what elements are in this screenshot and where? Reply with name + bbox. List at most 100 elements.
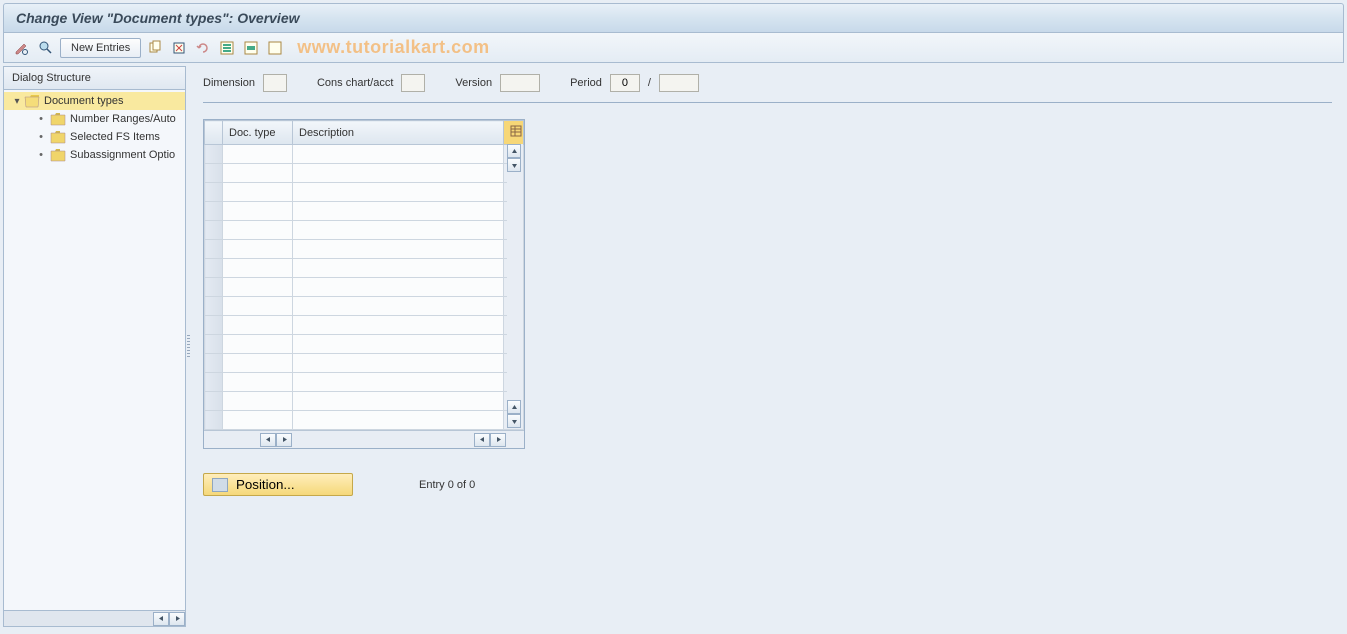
row-selector[interactable]: [205, 411, 223, 430]
cell-doctype[interactable]: [223, 411, 293, 430]
scroll-left-button[interactable]: [474, 433, 490, 447]
cell-description[interactable]: [293, 259, 504, 278]
cell-doctype[interactable]: [223, 221, 293, 240]
tree-node-subassignment-options[interactable]: • Subassignment Optio: [4, 146, 185, 164]
cell-doctype[interactable]: [223, 164, 293, 183]
row-selector[interactable]: [205, 221, 223, 240]
table-row[interactable]: [205, 202, 524, 221]
cell-description[interactable]: [293, 202, 504, 221]
toggle-display-change-button[interactable]: [12, 38, 32, 58]
row-selector[interactable]: [205, 202, 223, 221]
row-selector[interactable]: [205, 316, 223, 335]
scroll-right-button[interactable]: [490, 433, 506, 447]
table-row[interactable]: [205, 240, 524, 259]
cell-doctype[interactable]: [223, 335, 293, 354]
col-header-description[interactable]: Description: [293, 121, 504, 145]
tree-node-document-types[interactable]: ▾ Document types: [4, 92, 185, 110]
cell-doctype[interactable]: [223, 183, 293, 202]
cell-description[interactable]: [293, 392, 504, 411]
table-row[interactable]: [205, 278, 524, 297]
cell-description[interactable]: [293, 221, 504, 240]
scroll-right-button[interactable]: [276, 433, 292, 447]
row-selector[interactable]: [205, 259, 223, 278]
delete-button[interactable]: [169, 38, 189, 58]
cell-doctype[interactable]: [223, 240, 293, 259]
cell-description[interactable]: [293, 354, 504, 373]
table-row[interactable]: [205, 316, 524, 335]
table-row[interactable]: [205, 183, 524, 202]
cell-description[interactable]: [293, 183, 504, 202]
table-row[interactable]: [205, 221, 524, 240]
table-row[interactable]: [205, 354, 524, 373]
cons-chart-input[interactable]: [401, 74, 425, 92]
table-row[interactable]: [205, 297, 524, 316]
scroll-left-button[interactable]: [260, 433, 276, 447]
period-input-1[interactable]: [610, 74, 640, 92]
cell-doctype[interactable]: [223, 297, 293, 316]
row-selector[interactable]: [205, 278, 223, 297]
scroll-left-button[interactable]: [153, 612, 169, 626]
row-selector[interactable]: [205, 164, 223, 183]
table-row[interactable]: [205, 164, 524, 183]
cell-description[interactable]: [293, 373, 504, 392]
scroll-up-button[interactable]: [507, 400, 521, 414]
scroll-right-button[interactable]: [169, 612, 185, 626]
cell-description[interactable]: [293, 335, 504, 354]
row-selector[interactable]: [205, 183, 223, 202]
select-block-button[interactable]: [241, 38, 261, 58]
table-settings-button[interactable]: [504, 121, 524, 145]
scroll-up-button[interactable]: [507, 144, 521, 158]
cell-description[interactable]: [293, 240, 504, 259]
table-row[interactable]: [205, 373, 524, 392]
entry-count-text: Entry 0 of 0: [419, 479, 475, 491]
table-row[interactable]: [205, 335, 524, 354]
dimension-input[interactable]: [263, 74, 287, 92]
row-selector[interactable]: [205, 392, 223, 411]
cell-description[interactable]: [293, 297, 504, 316]
cell-description[interactable]: [293, 278, 504, 297]
new-entries-button[interactable]: New Entries: [60, 38, 141, 58]
row-selector[interactable]: [205, 145, 223, 164]
row-selector[interactable]: [205, 240, 223, 259]
position-button[interactable]: Position...: [203, 473, 353, 496]
cell-description[interactable]: [293, 145, 504, 164]
table-row[interactable]: [205, 259, 524, 278]
select-all-icon: [219, 40, 235, 56]
tree-node-number-ranges[interactable]: • Number Ranges/Auto: [4, 110, 185, 128]
cell-description[interactable]: [293, 411, 504, 430]
period-input-2[interactable]: [659, 74, 699, 92]
cell-doctype[interactable]: [223, 278, 293, 297]
table-row[interactable]: [205, 145, 524, 164]
folder-closed-icon: [50, 112, 66, 126]
cell-doctype[interactable]: [223, 316, 293, 335]
row-selector[interactable]: [205, 373, 223, 392]
cell-doctype[interactable]: [223, 354, 293, 373]
row-selector[interactable]: [205, 297, 223, 316]
row-selector[interactable]: [205, 354, 223, 373]
cell-doctype[interactable]: [223, 373, 293, 392]
version-input[interactable]: [500, 74, 540, 92]
cell-doctype[interactable]: [223, 259, 293, 278]
table-row[interactable]: [205, 411, 524, 430]
scroll-down-button[interactable]: [507, 158, 521, 172]
tree-node-selected-fs-items[interactable]: • Selected FS Items: [4, 128, 185, 146]
row-select-header[interactable]: [205, 121, 223, 145]
cell-doctype[interactable]: [223, 145, 293, 164]
sidebar-header: Dialog Structure: [4, 67, 185, 90]
cell-description[interactable]: [293, 316, 504, 335]
table-row[interactable]: [205, 392, 524, 411]
select-all-button[interactable]: [217, 38, 237, 58]
cell-doctype[interactable]: [223, 202, 293, 221]
tree-collapse-icon[interactable]: ▾: [12, 96, 22, 106]
tree-bullet-icon: •: [36, 149, 46, 161]
copy-as-button[interactable]: [145, 38, 165, 58]
deselect-all-button[interactable]: [265, 38, 285, 58]
scroll-down-button[interactable]: [507, 414, 521, 428]
other-view-button[interactable]: [36, 38, 56, 58]
undo-change-button[interactable]: [193, 38, 213, 58]
cell-doctype[interactable]: [223, 392, 293, 411]
watermark-text: www.tutorialkart.com: [297, 37, 489, 58]
row-selector[interactable]: [205, 335, 223, 354]
cell-description[interactable]: [293, 164, 504, 183]
col-header-doctype[interactable]: Doc. type: [223, 121, 293, 145]
